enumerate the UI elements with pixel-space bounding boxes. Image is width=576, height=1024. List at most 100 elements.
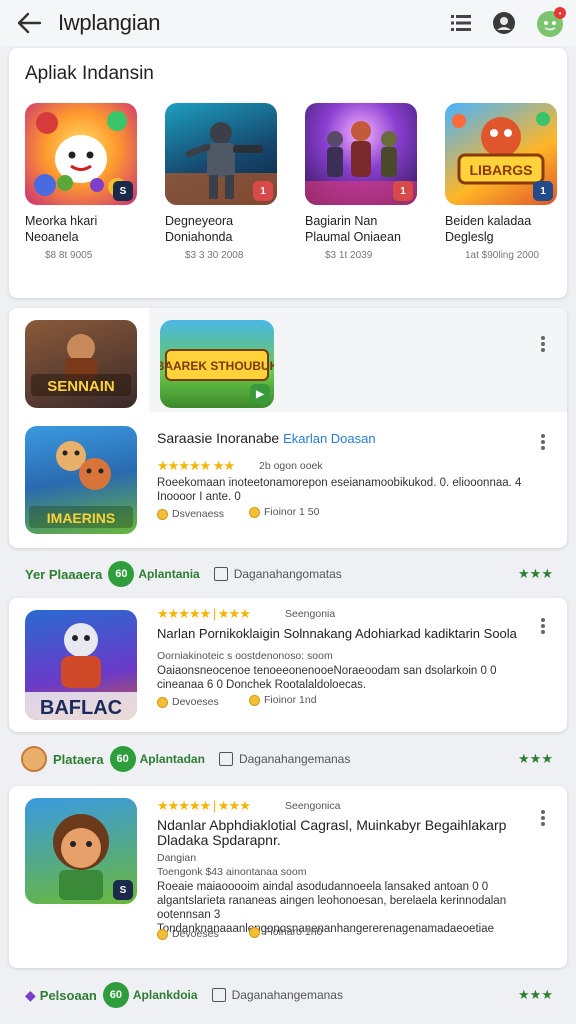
star-rating-icon: ★★★ — [518, 987, 553, 1002]
app-title: Ndanlar Abphdiaklotial Cagrasl, Muinkaby… — [157, 817, 507, 848]
top-app-bar: Iwplangian • — [0, 0, 576, 46]
app-name: Bagiarin Nan Plaumal Oniaean — [305, 214, 401, 244]
strip-sublabel: Aplantania — [138, 567, 200, 581]
more-options-button[interactable] — [536, 616, 550, 636]
strip-sublabel: Aplankdoia — [132, 988, 198, 1002]
strip-text: Daganahangemanas — [238, 752, 351, 766]
app-list-card: S ★★★★★ | ★★★ Seengonica Ndanlar Abphdia… — [9, 786, 567, 968]
footer-stat-2: Fioinor 1nd — [249, 694, 317, 706]
app-icon: S — [25, 103, 137, 205]
rating-extra: | ★★★ — [212, 606, 251, 621]
app-icon[interactable]: IMAERINS — [25, 426, 137, 534]
featured-apps-card: Apliak Indansin S Meorka hkari Neoanela … — [9, 48, 567, 298]
category-strip[interactable]: Plataera 60 Aplantadan Daganahangemanas … — [9, 741, 567, 777]
list-menu-button[interactable] — [448, 10, 474, 36]
app-badge: S — [113, 880, 133, 900]
more-options-button[interactable] — [536, 432, 550, 452]
footer-stat-2: Fioinaro 1n0 — [249, 926, 322, 938]
count-circle: 60 — [108, 561, 135, 587]
chat-button[interactable]: • — [536, 7, 566, 38]
app-icon[interactable]: S — [25, 798, 137, 904]
app-name: Beiden kaladaa Degleslg — [445, 214, 532, 244]
section-title: Apliak Indansin — [25, 63, 154, 84]
game-thumbnail[interactable]: BAAREK STHOUBUK ▶ — [160, 320, 274, 408]
app-meta: $8 8t 9005 — [45, 250, 93, 261]
back-arrow-icon — [17, 12, 42, 34]
footer-stat-1: Devoeses — [157, 696, 219, 708]
count-circle: 60 — [109, 746, 136, 772]
app-meta: 1at $90ling 2000 — [465, 250, 539, 261]
checkbox-icon[interactable] — [213, 567, 228, 581]
strip-label: Plataera — [53, 751, 104, 767]
app-description: Roeekomaan inoteetonamorepon eseianamoob… — [157, 477, 522, 503]
svg-text:SENNAIN: SENNAIN — [47, 378, 115, 395]
rating-stars: ★★★★★ ★★ — [157, 458, 235, 473]
app-subtitle: Dangian — [157, 852, 197, 864]
featured-app-2[interactable]: 1 Degneyeora Doniahonda $3 3 30 2008 — [165, 103, 281, 261]
featured-app-1[interactable]: S Meorka hkari Neoanela $8 8t 9005 — [25, 103, 141, 261]
list-icon — [451, 15, 471, 31]
footer-stat-text: Fioinor 1 50 — [264, 506, 320, 518]
more-options-button[interactable] — [536, 808, 550, 828]
page-title: Iwplangian — [58, 10, 161, 35]
strip-text: Daganahangomatas — [233, 567, 342, 581]
coin-icon — [157, 928, 168, 940]
account-button[interactable] — [491, 10, 517, 36]
footer-stat-text: Fioinaro 1n0 — [264, 926, 323, 938]
coin-icon — [157, 508, 168, 520]
coin-icon — [249, 926, 260, 938]
category-strip[interactable]: Yer Plaaaera 60 Aplantania Daganahangoma… — [9, 556, 567, 592]
play-badge: ▶ — [250, 384, 270, 404]
app-description: Oaiaonsneocenoe tenoeeonenooeNoraeoodam … — [157, 665, 497, 691]
star-rating-icon: ★★★ — [518, 566, 553, 581]
more-options-button[interactable] — [536, 334, 550, 354]
app-icon: LIBARGS 1 — [445, 103, 557, 205]
app-badge: 1 — [253, 181, 273, 201]
rating-extra: | ★★★ — [212, 798, 251, 813]
app-badge: 1 — [533, 181, 553, 201]
app-title: Narlan Pornikoklaigin Solnnakang Adohiar… — [157, 626, 517, 641]
checkbox-icon[interactable] — [211, 988, 226, 1002]
footer-stat-text: Devoeses — [172, 696, 219, 708]
app-icon[interactable]: BAFLAC — [25, 610, 137, 720]
footer-stat-1: Devoeses — [157, 928, 219, 940]
game-thumbnail[interactable]: SENNAIN — [25, 320, 137, 408]
category-strip[interactable]: ◆ Pelsoaan 60 Aplankdoia Daganahangemana… — [9, 977, 567, 1013]
notification-badge: • — [554, 7, 566, 19]
svg-text:LIBARGS: LIBARGS — [470, 162, 533, 178]
app-list-card: BAFLAC ★★★★★ | ★★★ Seengonia Narlan Porn… — [9, 598, 567, 732]
svg-text:BAFLAC: BAFLAC — [40, 697, 122, 719]
app-badge: 1 — [393, 181, 413, 201]
app-badge: S — [113, 181, 133, 201]
footer-stat-text: Fioinor 1nd — [264, 694, 317, 706]
coin-icon — [249, 506, 260, 518]
avatar — [21, 746, 47, 772]
app-meta: $3 1t 2039 — [325, 250, 373, 261]
app-icon: 1 — [305, 103, 417, 205]
strip-label: Yer Plaaaera — [25, 566, 103, 582]
app-title: Saraasie Inoranabe Ekarlan Doasan — [157, 431, 527, 447]
svg-text:IMAERINS: IMAERINS — [47, 510, 115, 526]
footer-stat-1: Dsvenaess — [157, 508, 224, 520]
star-rating-icon: ★★★ — [518, 751, 553, 766]
puzzle-icon: ◆ — [25, 986, 36, 1003]
checkbox-icon[interactable] — [218, 752, 233, 766]
app-subtitle: Oorniakinoteic s oostdenonoso: soom — [157, 650, 333, 662]
back-button[interactable] — [14, 9, 44, 37]
coin-icon — [157, 696, 168, 708]
rating-text: Seengonica — [285, 800, 341, 812]
developer-link[interactable]: Ekarlan Doasan — [283, 431, 376, 446]
coin-icon — [249, 694, 260, 706]
rating-stars: ★★★★★ | ★★★ — [157, 606, 251, 621]
strip-sublabel: Aplantadan — [139, 752, 205, 766]
app-meta: $3 3 30 2008 — [185, 250, 244, 261]
app-icon: 1 — [165, 103, 277, 205]
app-list-card: SENNAIN BAAREK STHOUBUK ▶ IMAERINS Saraa… — [9, 308, 567, 548]
strip-label: Pelsoaan — [39, 987, 97, 1003]
featured-app-4[interactable]: LIBARGS 1 Beiden kaladaa Degleslg 1at $9… — [445, 103, 561, 261]
count-circle: 60 — [102, 982, 129, 1008]
footer-stat-2: Fioinor 1 50 — [249, 506, 319, 518]
featured-app-3[interactable]: 1 Bagiarin Nan Plaumal Oniaean $3 1t 203… — [305, 103, 421, 261]
strip-text: Daganahangemanas — [231, 988, 343, 1002]
rating-text: 2b ogon ooek — [259, 460, 323, 472]
